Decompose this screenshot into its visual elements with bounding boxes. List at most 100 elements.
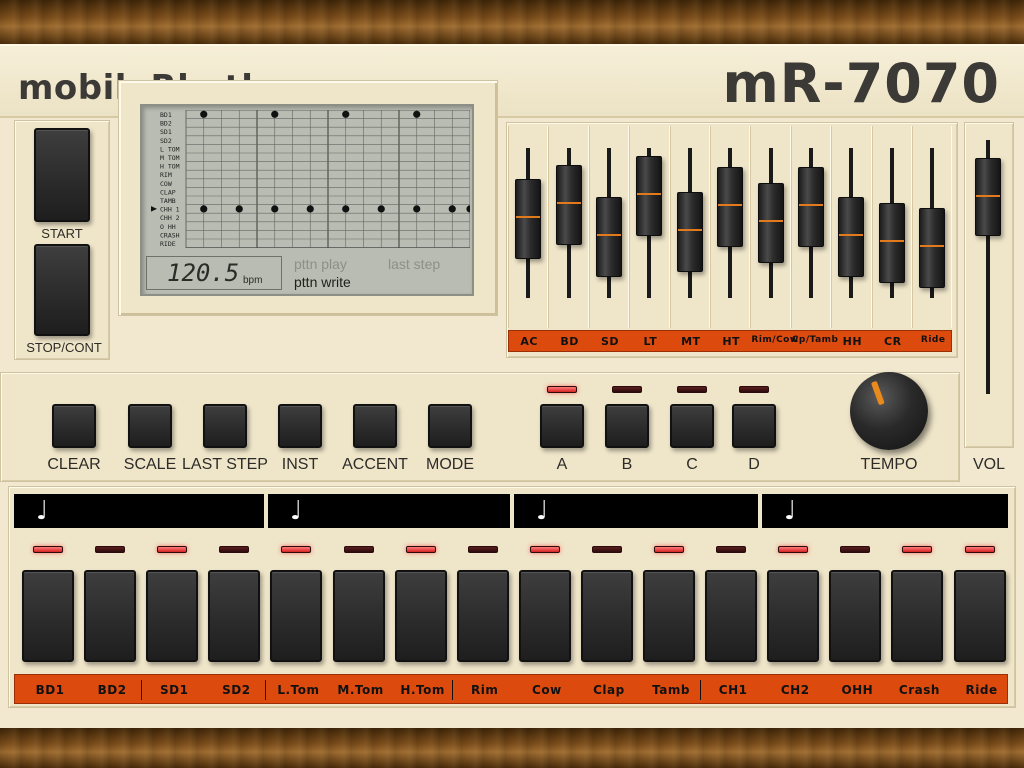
pattern-step-dot[interactable] xyxy=(200,110,208,118)
instrument-row-label: CLAP xyxy=(160,188,176,196)
step-led xyxy=(33,546,63,553)
pattern-a-label: A xyxy=(556,456,568,473)
mixer-slider-ac[interactable] xyxy=(515,178,542,259)
instrument-row-label: CRASH xyxy=(160,231,180,239)
step-button-ch2[interactable] xyxy=(767,570,820,662)
pattern-step-dot[interactable] xyxy=(235,205,243,213)
instrument-row-label: BD2 xyxy=(160,120,172,128)
mixer-slider-lt[interactable] xyxy=(636,156,663,236)
mixer-channel-label: Cp/Tamb xyxy=(791,335,839,345)
step-led xyxy=(157,546,188,553)
pattern-step-dot[interactable] xyxy=(413,110,421,118)
tempo-knob[interactable] xyxy=(850,372,928,450)
tempo-readout: 120.5 xyxy=(167,259,240,287)
pattern-d-button[interactable] xyxy=(732,404,776,448)
step-button-l-tom[interactable] xyxy=(270,570,323,662)
mixer-slider-mt[interactable] xyxy=(676,192,703,272)
start-label: START xyxy=(41,226,83,241)
pattern-step-dot[interactable] xyxy=(271,110,279,118)
slider-stripe xyxy=(920,245,945,248)
stop-cont-button[interactable] xyxy=(34,244,90,336)
step-button-tamb[interactable] xyxy=(643,570,695,662)
pattern-c-label: C xyxy=(686,456,698,473)
step-label: CH1 xyxy=(718,683,748,697)
inst-button[interactable] xyxy=(278,404,322,448)
pattern-step-dot[interactable] xyxy=(271,205,279,213)
mixer-channel-label: HH xyxy=(842,335,863,348)
pattern-c-led xyxy=(677,386,707,393)
step-group-divider xyxy=(141,680,143,700)
pattern-step-dot[interactable] xyxy=(466,205,470,213)
volume-slider[interactable] xyxy=(975,158,1001,236)
pattern-d-label: D xyxy=(748,456,760,473)
instrument-row-label: M TOM xyxy=(160,154,180,162)
beat-bar: ♩ xyxy=(762,494,1008,528)
pattern-step-dot[interactable] xyxy=(413,205,421,213)
mode-label: MODE xyxy=(426,456,474,473)
mixer-slider-rim-cow[interactable] xyxy=(757,183,784,263)
instrument-row-label: COW xyxy=(160,180,172,188)
pattern-c-button[interactable] xyxy=(670,404,714,448)
start-button[interactable] xyxy=(34,128,90,222)
step-led xyxy=(840,546,871,553)
mixer-slider-sd[interactable] xyxy=(596,196,622,277)
step-button-ohh[interactable] xyxy=(829,570,882,662)
step-button-sd2[interactable] xyxy=(208,570,261,662)
mode-pattern-play: pttn play xyxy=(294,256,347,272)
step-label: BD2 xyxy=(97,683,127,697)
pattern-step-dot[interactable] xyxy=(306,205,314,213)
step-button-cow[interactable] xyxy=(518,570,571,662)
pattern-a-button[interactable] xyxy=(540,404,584,448)
lcd-display[interactable]: BD1 BD2 SD1 SD2 L TOM M TOM H TOM RIM COW CLAP TAM… xyxy=(140,104,474,296)
step-button-ch1[interactable] xyxy=(705,570,758,662)
step-button-ride[interactable] xyxy=(953,570,1006,662)
stop-cont-label: STOP/CONT xyxy=(26,340,102,355)
mixer-slider-hh[interactable] xyxy=(838,196,865,277)
step-button-bd1[interactable] xyxy=(22,570,74,662)
step-led xyxy=(716,546,747,553)
pattern-b-button[interactable] xyxy=(605,404,649,448)
mixer-channel-label: SD xyxy=(600,335,620,348)
accent-button[interactable] xyxy=(353,404,397,448)
step-led xyxy=(902,546,933,553)
slider-stripe xyxy=(597,233,621,236)
pattern-step-dot[interactable] xyxy=(448,205,456,213)
mixer-slider-bd[interactable] xyxy=(555,165,582,245)
mixer-slider-ride[interactable] xyxy=(919,208,946,289)
slider-stripe xyxy=(879,239,904,242)
mode-button[interactable] xyxy=(428,404,472,448)
mixer-channel-label: HT xyxy=(722,335,741,348)
mixer-slider-cp-tamb[interactable] xyxy=(798,166,824,247)
pattern-d-led xyxy=(739,386,769,393)
clear-button[interactable] xyxy=(52,404,96,448)
pattern-step-dot[interactable] xyxy=(377,205,385,213)
step-button-bd2[interactable] xyxy=(84,570,137,662)
pattern-step-dot[interactable] xyxy=(342,205,350,213)
step-label: CH2 xyxy=(780,683,810,697)
pattern-grid[interactable]: BD1BD2SD1SD2L TOMM TOMH TOMRIMCOWCLAPTAM… xyxy=(148,110,470,252)
last-step-button[interactable] xyxy=(203,404,247,448)
step-button-sd1[interactable] xyxy=(146,570,199,662)
pattern-a-led xyxy=(547,386,577,393)
step-led xyxy=(219,546,250,553)
beat-bar: ♩ xyxy=(514,494,758,528)
scale-button[interactable] xyxy=(128,404,172,448)
step-button-rim[interactable] xyxy=(456,570,509,662)
mixer-channel-label: LT xyxy=(643,335,658,348)
pattern-step-dot[interactable] xyxy=(342,110,350,118)
mixer-label-bar: AC BD SD LT MT HT Rim/Cow Cp/Tamb HH CR Ride xyxy=(508,330,952,352)
mixer-channel-label: MT xyxy=(681,335,701,348)
step-button-h-tom[interactable] xyxy=(394,570,447,662)
mixer-slider-cr[interactable] xyxy=(878,202,905,283)
step-button-m-tom[interactable] xyxy=(332,570,385,662)
model-title: mR-7070 xyxy=(722,52,1000,115)
mixer-channel-label: BD xyxy=(560,335,579,348)
step-button-crash[interactable] xyxy=(891,570,944,662)
volume-label: VOL xyxy=(972,456,1005,473)
mode-pattern-write: pttn write xyxy=(294,274,351,290)
step-button-clap[interactable] xyxy=(580,570,633,662)
pattern-step-dot[interactable] xyxy=(200,205,208,213)
beat-bar: ♩ xyxy=(14,494,264,528)
mixer-slider-ht[interactable] xyxy=(717,166,744,247)
slider-stripe xyxy=(799,203,823,206)
